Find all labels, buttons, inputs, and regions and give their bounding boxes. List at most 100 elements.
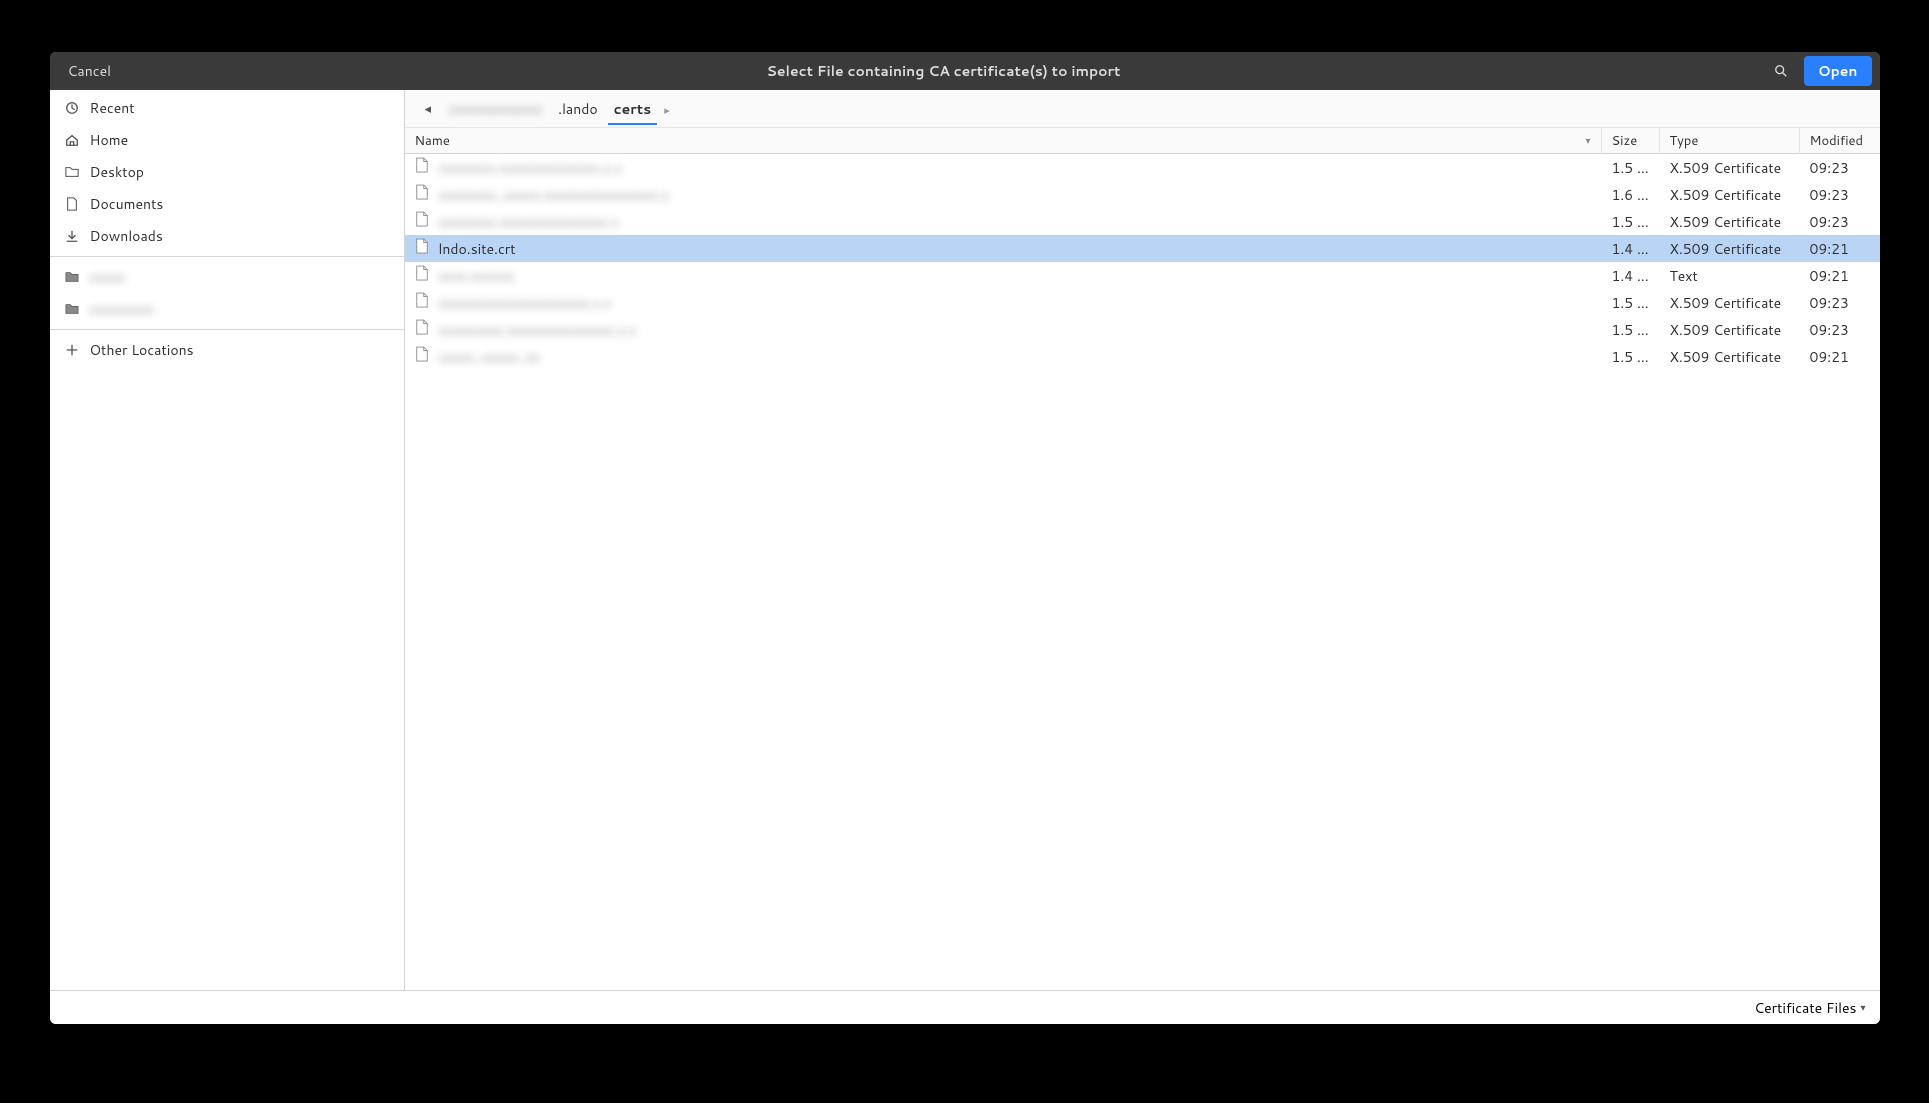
chevron-right-icon: ▸ xyxy=(661,102,670,118)
file-modified: 09:23 xyxy=(1800,317,1880,343)
sidebar-item-bookmark[interactable]: xxxxxxxxx xyxy=(50,293,404,325)
file-name: xxxx.xxxxxx xyxy=(439,266,515,286)
dialog-title: Select File containing CA certificate(s)… xyxy=(121,61,1766,81)
file-row[interactable]: xxxxxxxx.xxxxxxxxxxxxxxx.x 1.5 kBX.509 Ce… xyxy=(405,208,1880,235)
file-modified: 09:23 xyxy=(1800,155,1880,181)
file-type: X.509 Certificate xyxy=(1660,155,1800,181)
file-modified: 09:23 xyxy=(1800,209,1880,235)
file-size: 1.5 kB xyxy=(1602,344,1660,370)
clock-icon xyxy=(64,100,80,116)
file-name: xxxxxxxx.xxxxxxxxxxxxxxx.x xyxy=(439,212,619,232)
breadcrumb-item[interactable]: certs xyxy=(608,95,658,125)
file-name: xxxxxxxxxxxxxxxxxxxxx.x.x xyxy=(439,293,612,313)
file-type: X.509 Certificate xyxy=(1660,290,1800,316)
column-headers: Name ▾ Size Type Modified xyxy=(405,128,1880,154)
cancel-button[interactable]: Cancel xyxy=(58,57,122,85)
sidebar-item-label: Recent xyxy=(90,98,135,118)
file-row[interactable]: xxxx.xxxxxx 1.4 kBText09:21 xyxy=(405,262,1880,289)
titlebar: Cancel Select File containing CA certifi… xyxy=(50,52,1880,90)
file-row[interactable]: xxxxxxxxx.xxxxxxxxxxxxxxx.x.x 1.5 kBX.509… xyxy=(405,316,1880,343)
file-size: 1.5 kB xyxy=(1602,209,1660,235)
file-modified: 09:21 xyxy=(1800,344,1880,370)
chevron-down-icon: ▾ xyxy=(1860,1001,1865,1015)
file-icon xyxy=(415,265,429,286)
file-row[interactable]: xxxxxxxx.xxxxxxxxxxxxxx.x.x 1.5 kBX.509 C… xyxy=(405,154,1880,181)
folder-icon xyxy=(64,301,80,317)
file-size: 1.5 kB xyxy=(1602,317,1660,343)
sidebar-item-label: Other Locations xyxy=(90,340,194,360)
document-icon xyxy=(64,196,80,212)
file-size: 1.4 kB xyxy=(1602,263,1660,289)
sidebar-item-recent[interactable]: Recent xyxy=(50,92,404,124)
search-icon[interactable] xyxy=(1766,60,1796,82)
folder-icon xyxy=(64,269,80,285)
file-icon xyxy=(415,211,429,232)
sidebar-item-downloads[interactable]: Downloads xyxy=(50,220,404,252)
file-type: X.509 Certificate xyxy=(1660,317,1800,343)
file-icon xyxy=(415,184,429,205)
file-icon xyxy=(415,319,429,340)
file-modified: 09:23 xyxy=(1800,290,1880,316)
file-name: xxxxxxxxx.xxxxxxxxxxxxxxx.x.x xyxy=(439,320,637,340)
file-name: xxxxx_xxxxx_xx xyxy=(439,347,541,367)
home-icon xyxy=(64,132,80,148)
breadcrumb-back-icon[interactable]: ◂ xyxy=(419,98,438,120)
file-icon xyxy=(415,292,429,313)
file-name: xxxxxxxx_xxxxx.xxxxxxxxxxxxxxxx.x xyxy=(439,185,670,205)
file-size: 1.4 kB xyxy=(1602,236,1660,262)
sidebar-item-bookmark[interactable]: xxxxx xyxy=(50,261,404,293)
sidebar-item-label: Desktop xyxy=(90,162,144,182)
breadcrumb-item[interactable]: xxxxxxxxxxxxx xyxy=(443,95,548,123)
file-row[interactable]: xxxxx_xxxxx_xx 1.5 kBX.509 Certificate09:… xyxy=(405,343,1880,370)
column-header-modified[interactable]: Modified xyxy=(1800,128,1880,154)
file-name: xxxxxxxx.xxxxxxxxxxxxxx.x.x xyxy=(439,158,623,178)
file-type: Text xyxy=(1660,263,1800,289)
file-type-filter-dropdown[interactable]: Certificate Files ▾ xyxy=(1754,998,1865,1018)
sidebar-item-label: xxxxx xyxy=(90,267,126,287)
column-header-label: Name xyxy=(415,132,450,150)
sidebar-item-label: Downloads xyxy=(90,226,163,246)
open-button[interactable]: Open xyxy=(1804,56,1872,86)
folder-icon xyxy=(64,164,80,180)
download-icon xyxy=(64,228,80,244)
plus-icon xyxy=(64,342,80,358)
filter-label: Certificate Files xyxy=(1754,998,1856,1018)
file-row[interactable]: lndo.site.crt 1.4 kBX.509 Certificate09:2… xyxy=(405,235,1880,262)
sidebar-item-other-locations[interactable]: Other Locations xyxy=(50,334,404,366)
file-size: 1.5 kB xyxy=(1602,290,1660,316)
sidebar: Recent Home Desktop Documents Downloads xxxx… xyxy=(50,90,405,990)
file-type: X.509 Certificate xyxy=(1660,209,1800,235)
file-type: X.509 Certificate xyxy=(1660,344,1800,370)
column-header-type[interactable]: Type xyxy=(1660,128,1800,154)
footer: Certificate Files ▾ xyxy=(50,990,1880,1024)
column-header-size[interactable]: Size xyxy=(1602,128,1660,154)
sidebar-item-desktop[interactable]: Desktop xyxy=(50,156,404,188)
breadcrumb: ◂ xxxxxxxxxxxxx.landocerts ▸ xyxy=(405,90,1880,128)
file-type: X.509 Certificate xyxy=(1660,182,1800,208)
file-size: 1.6 kB xyxy=(1602,182,1660,208)
sidebar-item-documents[interactable]: Documents xyxy=(50,188,404,220)
file-modified: 09:21 xyxy=(1800,236,1880,262)
file-row[interactable]: xxxxxxxxxxxxxxxxxxxxx.x.x 1.5 kBX.509 Cer… xyxy=(405,289,1880,316)
file-size: 1.5 kB xyxy=(1602,155,1660,181)
file-icon xyxy=(415,238,429,259)
sidebar-item-home[interactable]: Home xyxy=(50,124,404,156)
file-name: lndo.site.crt xyxy=(439,239,516,259)
file-chooser-dialog: Cancel Select File containing CA certifi… xyxy=(50,52,1880,1024)
file-icon xyxy=(415,346,429,367)
main-panel: ◂ xxxxxxxxxxxxx.landocerts ▸ Name ▾ Size… xyxy=(405,90,1880,990)
column-header-name[interactable]: Name ▾ xyxy=(405,128,1602,154)
dialog-body: Recent Home Desktop Documents Downloads xxxx… xyxy=(50,90,1880,990)
file-icon xyxy=(415,157,429,178)
sidebar-item-label: xxxxxxxxx xyxy=(90,299,154,319)
file-modified: 09:21 xyxy=(1800,263,1880,289)
sidebar-item-label: Documents xyxy=(90,194,164,214)
file-modified: 09:23 xyxy=(1800,182,1880,208)
breadcrumb-item[interactable]: .lando xyxy=(552,95,604,123)
sidebar-item-label: Home xyxy=(90,130,129,150)
sort-indicator-icon: ▾ xyxy=(1585,134,1590,148)
file-type: X.509 Certificate xyxy=(1660,236,1800,262)
sidebar-divider xyxy=(50,256,404,257)
sidebar-divider xyxy=(50,329,404,330)
file-row[interactable]: xxxxxxxx_xxxxx.xxxxxxxxxxxxxxxx.x 1.6 kBX… xyxy=(405,181,1880,208)
